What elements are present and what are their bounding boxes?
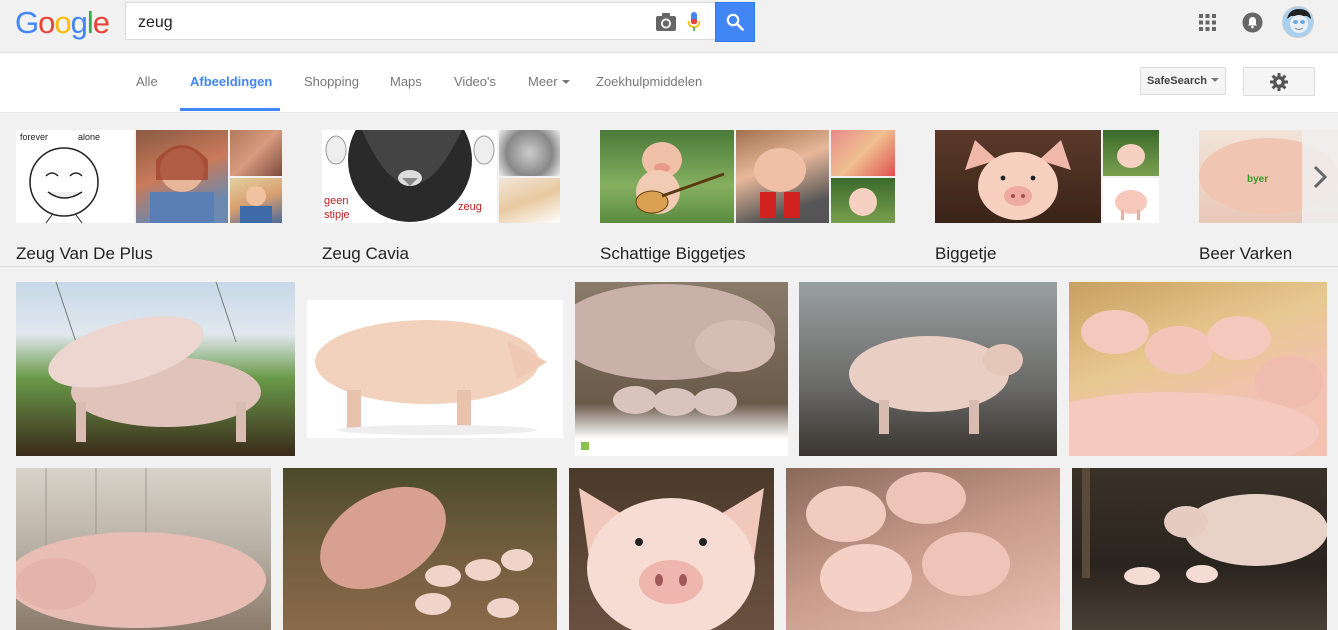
pigs-mating-photo [48,282,261,442]
image-result[interactable] [799,282,1057,456]
tab-shopping[interactable]: Shopping [304,73,359,91]
related-image [1103,178,1159,223]
avatar[interactable] [1282,6,1314,38]
related-label: Schattige Biggetjes [600,244,746,263]
related-image [600,130,734,223]
related-image [1103,130,1159,176]
tab-search-tools[interactable]: Zoekhulpmiddelen [596,73,702,91]
active-tab-indicator [180,108,280,111]
tile-text: alone [78,132,100,142]
nav-bar: Alle Afbeeldingen Shopping Maps Video's … [0,53,1338,113]
image-result[interactable] [569,468,774,630]
safesearch-button[interactable]: SafeSearch [1140,67,1226,95]
image-result[interactable] [16,468,271,630]
notifications-icon[interactable] [1242,12,1263,33]
person-photo [150,145,214,223]
image-result[interactable] [575,282,788,456]
piglet-photo [1117,144,1145,168]
camera-icon[interactable] [655,12,677,32]
tile-text: stipje [324,209,350,221]
related-image [230,130,282,176]
search-button[interactable] [715,2,755,42]
related-item-schattige-biggetjes[interactable]: Schattige Biggetjes [600,130,895,263]
meme-face-image: forever alone [20,132,100,223]
guinea-pig-illustration: geen stipje zeug [324,130,495,222]
safesearch-label: SafeSearch [1147,75,1207,87]
person-photo [240,186,272,223]
related-image [736,130,829,223]
related-image [136,130,228,223]
chevron-right-icon [1313,165,1328,188]
image-result[interactable] [307,300,563,438]
tile-text: geen [324,195,348,207]
sow-illustration [315,320,547,435]
image-result[interactable] [1072,468,1327,630]
related-item-zeug-van-de-plus[interactable]: forever alone Zeug Van De Plus [16,130,282,263]
search-icon [726,13,744,31]
tile-text: byer [1247,174,1268,185]
nursing-piglets-photo [1069,310,1323,456]
pig-in-pen-photo [849,336,1023,434]
chevron-down-icon [561,80,570,84]
settings-button[interactable] [1243,67,1315,96]
piglet-photo [849,188,877,216]
image-result[interactable] [1069,282,1327,456]
search-box [125,2,715,40]
related-image [499,178,560,223]
image-result[interactable] [786,468,1060,630]
sow-and-piglets-barn-photo [1082,468,1327,585]
related-image [935,130,1101,223]
piglet-face-photo [965,140,1071,220]
logo-letter: G [15,5,39,40]
image-result[interactable] [283,468,557,630]
related-label: Zeug Van De Plus [16,244,153,263]
tab-images[interactable]: Afbeeldingen [190,73,272,91]
logo-letter: o [54,5,71,40]
tab-videos[interactable]: Video's [454,73,496,91]
logo-letter: o [38,5,55,40]
sow-with-piglets-photo [575,284,788,456]
related-image: geen stipje zeug [322,130,497,223]
gear-icon [1270,72,1288,91]
related-label: Zeug Cavia [322,244,409,263]
search-input[interactable] [136,11,640,35]
tab-more[interactable]: Meer [528,73,570,91]
related-label: Biggetje [935,244,997,263]
sow-feeding-piglets-photo [320,486,533,618]
related-image: forever alone [16,130,134,223]
piglet-with-guitar-photo [635,142,725,214]
microphone-icon[interactable] [686,11,702,33]
related-image [499,130,560,176]
sleeping-sow-photo [16,468,266,628]
related-item-zeug-cavia[interactable]: geen stipje zeug Zeug Cavia [322,130,560,263]
tab-more-label: Meer [528,74,558,89]
tab-maps[interactable]: Maps [390,73,422,91]
top-bar: Google [0,0,1338,53]
image-result[interactable] [16,282,295,456]
avatar-image [1283,7,1313,37]
logo-letter: e [92,5,110,40]
related-searches: forever alone Zeug Van De Plus geen stip… [0,113,1338,267]
piglets-huddle-photo [806,472,1010,612]
pig-face-closeup-photo [579,488,764,630]
tab-all[interactable]: Alle [136,73,158,91]
google-logo[interactable]: Google [15,5,110,41]
related-image [230,178,282,223]
piglet-photo [1115,190,1147,220]
related-item-biggetje[interactable]: Biggetje [935,130,1159,263]
apps-grid-icon[interactable] [1199,14,1216,31]
tile-text: forever [20,132,48,142]
logo-letter: g [70,5,88,40]
related-image [831,130,895,176]
chevron-down-icon [1210,78,1219,82]
piglet-in-boots-photo [754,148,806,218]
next-related-button[interactable] [1302,130,1338,223]
related-image [831,178,895,223]
related-label: Beer Varken [1199,244,1293,263]
tile-text: zeug [458,201,482,213]
